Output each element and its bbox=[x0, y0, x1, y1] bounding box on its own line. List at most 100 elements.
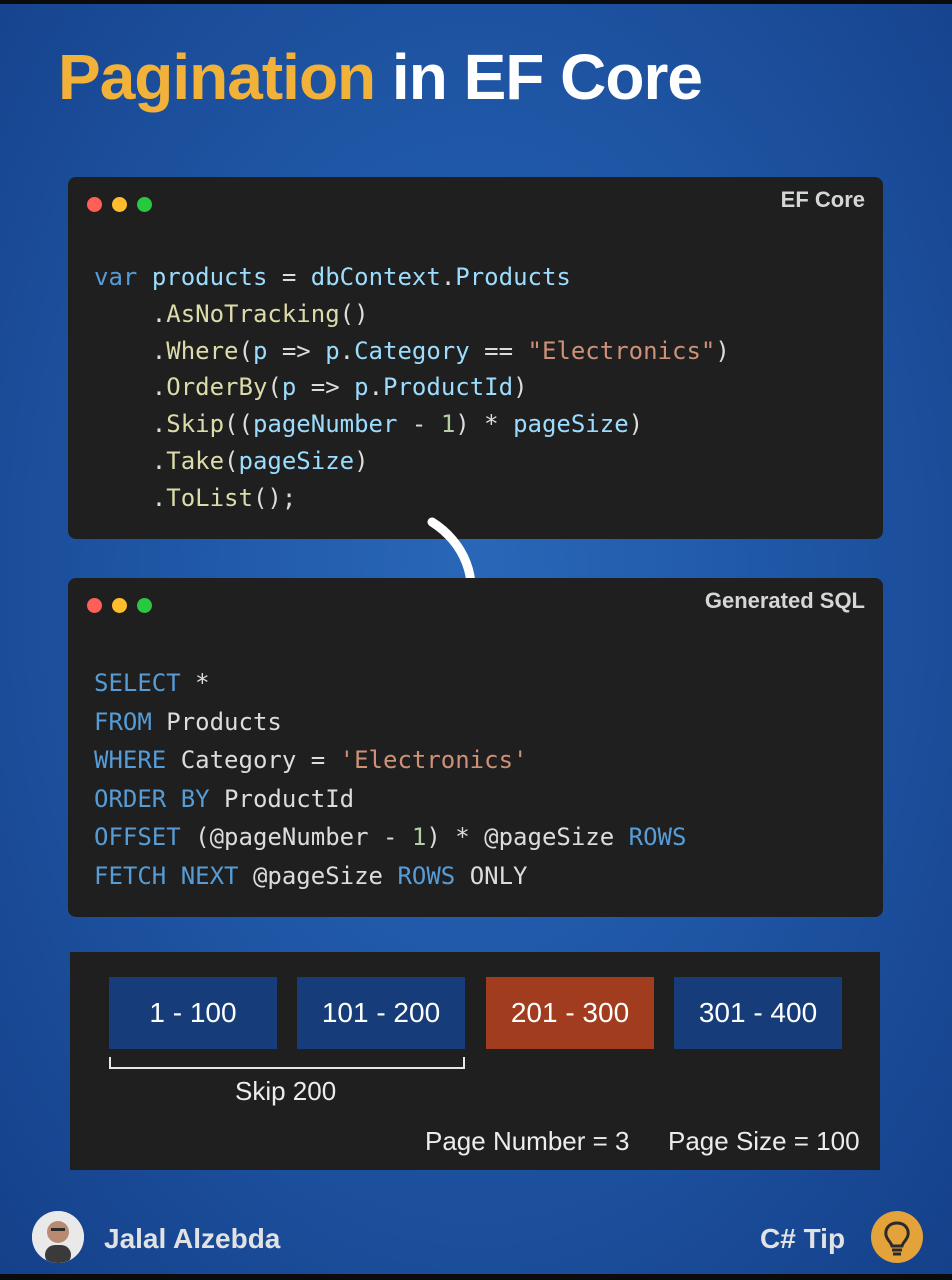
code-token: Take bbox=[166, 446, 225, 475]
page-title: Pagination in EF Core bbox=[58, 40, 703, 114]
code-token: ) * @pageSize bbox=[426, 823, 629, 852]
page-size-text: Page Size = 100 bbox=[668, 1126, 860, 1156]
code-token: - bbox=[397, 410, 441, 439]
page-range-4: 301 - 400 bbox=[674, 977, 842, 1049]
avatar bbox=[32, 1211, 84, 1263]
code-token: Skip bbox=[166, 410, 225, 439]
window-label: EF Core bbox=[780, 187, 865, 212]
code-token: 1 bbox=[411, 823, 427, 852]
code-token: pageSize bbox=[513, 410, 629, 439]
minimize-dot-icon bbox=[112, 197, 127, 212]
code-token: p bbox=[325, 336, 340, 365]
code-token: * bbox=[180, 669, 210, 697]
code-line: ORDER BY ProductId bbox=[94, 780, 686, 819]
code-line: .Take(pageSize) bbox=[94, 443, 730, 480]
code-line: SELECT * bbox=[94, 664, 686, 703]
close-dot-icon bbox=[87, 197, 102, 212]
code-token: products bbox=[151, 263, 268, 291]
code-token: "Electronics" bbox=[527, 336, 716, 365]
code-token: ( bbox=[238, 336, 253, 365]
code-token: ProductId bbox=[383, 373, 514, 402]
code-token: Products bbox=[455, 263, 571, 291]
pagination-diagram: 1 - 100 101 - 200 201 - 300 301 - 400 Sk… bbox=[70, 952, 880, 1170]
code-token: . bbox=[94, 410, 167, 439]
code-token: p bbox=[281, 373, 297, 402]
window-controls bbox=[87, 197, 152, 212]
code-line: .Where(p => p.Category == "Electronics") bbox=[94, 333, 730, 370]
code-token: pageSize bbox=[238, 446, 355, 475]
code-line: .ToList(); bbox=[94, 480, 730, 517]
code-token: (); bbox=[252, 483, 297, 512]
code-token: OFFSET bbox=[94, 823, 181, 852]
code-token: . bbox=[94, 483, 167, 512]
page-range-3: 201 - 300 bbox=[486, 977, 654, 1049]
code-token: pageNumber bbox=[252, 410, 398, 439]
code-line: WHERE Category = 'Electronics' bbox=[94, 741, 686, 780]
code-line: .Skip((pageNumber - 1) * pageSize) bbox=[94, 406, 730, 443]
code-line: .AsNoTracking() bbox=[94, 296, 730, 333]
title-accent: Pagination bbox=[58, 41, 376, 113]
code-token: ProductId bbox=[209, 784, 355, 813]
code-token: var bbox=[94, 263, 138, 291]
code-token: == bbox=[469, 336, 528, 365]
code-line: FROM Products bbox=[94, 703, 686, 742]
code-line: .OrderBy(p => p.ProductId) bbox=[94, 369, 730, 406]
code-token: AsNoTracking bbox=[166, 299, 340, 328]
code-token: 'Electronics' bbox=[339, 746, 528, 775]
code-token: ) bbox=[715, 336, 730, 365]
bottom-border bbox=[0, 1274, 952, 1280]
author-name: Jalal Alzebda bbox=[104, 1223, 281, 1254]
close-dot-icon bbox=[87, 598, 102, 613]
code-token: Where bbox=[166, 336, 239, 365]
code-token: ToList bbox=[166, 483, 253, 512]
code-token: => bbox=[267, 336, 326, 365]
window-label: Generated SQL bbox=[704, 588, 865, 613]
title-rest: in EF Core bbox=[391, 41, 703, 113]
code-token: Category bbox=[354, 336, 470, 365]
sql-code-block: SELECT * FROM Products WHERE Category = 'E… bbox=[94, 664, 686, 896]
code-token: FETCH NEXT bbox=[94, 861, 239, 890]
code-line: FETCH NEXT @pageSize ROWS ONLY bbox=[94, 857, 686, 896]
page-range-1: 1 - 100 bbox=[109, 977, 277, 1049]
code-token: 1 bbox=[440, 410, 456, 439]
code-token: ROWS bbox=[397, 861, 456, 890]
code-token: ) * bbox=[455, 410, 514, 439]
code-token: ROWS bbox=[628, 823, 687, 852]
lightbulb-icon bbox=[871, 1211, 923, 1263]
code-token: p bbox=[354, 373, 369, 402]
code-token: Products bbox=[151, 707, 282, 736]
maximize-dot-icon bbox=[137, 598, 152, 613]
code-token: . bbox=[94, 336, 167, 365]
code-token: ORDER BY bbox=[94, 784, 210, 813]
code-token: . bbox=[440, 263, 456, 291]
code-token: FROM bbox=[94, 707, 152, 736]
code-token: . bbox=[368, 373, 384, 402]
page-range-2: 101 - 200 bbox=[297, 977, 465, 1049]
code-token: Category = bbox=[166, 746, 340, 775]
code-token: (@pageNumber - bbox=[180, 823, 412, 852]
maximize-dot-icon bbox=[137, 197, 152, 212]
skip-bracket bbox=[109, 1057, 465, 1069]
code-token: () bbox=[339, 299, 369, 328]
tip-label: C# Tip bbox=[760, 1223, 846, 1254]
code-token: ) bbox=[513, 373, 528, 402]
code-token: . bbox=[94, 299, 167, 328]
code-token: ) bbox=[628, 410, 644, 439]
code-token: . bbox=[94, 373, 167, 402]
code-token: ONLY bbox=[455, 861, 528, 890]
code-token: => bbox=[296, 373, 355, 402]
page-number-text: Page Number = 3 bbox=[425, 1126, 630, 1156]
window-controls bbox=[87, 598, 152, 613]
code-token: . bbox=[94, 446, 167, 475]
code-token: ( bbox=[267, 373, 282, 402]
code-token: @pageSize bbox=[238, 861, 398, 890]
minimize-dot-icon bbox=[112, 598, 127, 613]
code-token: = bbox=[267, 263, 311, 291]
code-token: SELECT bbox=[94, 669, 181, 697]
code-token: dbContext bbox=[310, 263, 441, 291]
code-token: p bbox=[252, 336, 268, 365]
generated-sql-window: Generated SQL SELECT * FROM Products WHERE… bbox=[68, 578, 883, 917]
code-token: ) bbox=[354, 446, 369, 475]
top-border bbox=[0, 0, 952, 4]
